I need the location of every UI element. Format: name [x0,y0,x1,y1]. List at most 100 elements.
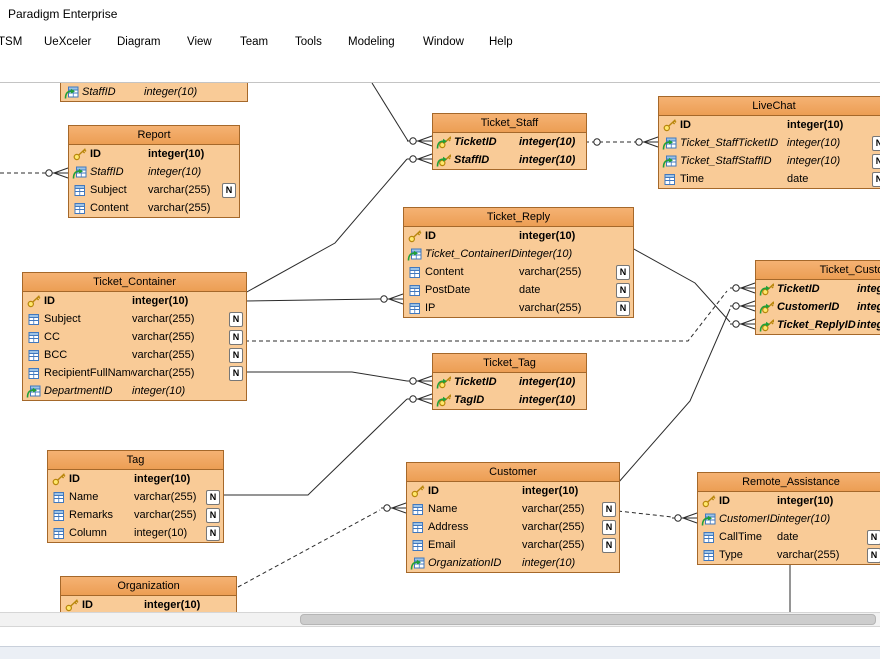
column-row[interactable]: Ticket_StaffStaffID integer(10) N [659,152,880,170]
column-row[interactable]: StaffID integer(10) [433,151,586,169]
entity-title[interactable]: Tag [48,451,223,470]
column-row[interactable]: Ticket_StaffTicketID integer(10) N [659,134,880,152]
connector-tag-tickettag[interactable] [222,394,432,495]
column-row[interactable]: Remarks varchar(255) N [48,506,223,524]
connector-organization-customer[interactable] [238,503,406,587]
entity-ticket-staff[interactable]: Ticket_Staff TicketID integer(10) StaffI… [432,113,587,170]
column-row[interactable]: Email varchar(255) N [407,536,619,554]
column-row[interactable]: Type varchar(255) N [698,546,880,564]
key-icon [410,484,425,498]
column-row[interactable]: Content varchar(255) N [404,263,633,281]
connector-staff-report[interactable] [0,168,68,178]
column-name: Name [69,491,134,503]
menu-item-diagram[interactable]: Diagram [117,36,160,48]
entity-staff-partial[interactable]: StaffID integer(10) [60,83,248,102]
column-row[interactable]: TicketID integer(10) [756,280,880,298]
menu-item-help[interactable]: Help [489,36,513,48]
menu-item-window[interactable]: Window [423,36,464,48]
entity-title[interactable]: LiveChat [659,97,880,116]
entity-title[interactable]: Customer [407,463,619,482]
connector-ticketcontainer-ticketreply[interactable] [245,294,403,304]
column-row[interactable]: ID integer(10) [407,482,619,500]
column-row[interactable]: DepartmentID integer(10) [23,382,246,400]
entity-title[interactable]: Ticket_Reply [404,208,633,227]
entity-ticket-tag[interactable]: Ticket_Tag TicketID integer(10) TagID in… [432,353,587,410]
menu-item-tools[interactable]: Tools [295,36,322,48]
column-row[interactable]: StaffID integer(10) [69,163,239,181]
connector-customer-remoteassistance[interactable] [618,511,697,523]
column-row[interactable]: Name varchar(255) N [407,500,619,518]
menu-item-uexceler[interactable]: UeXceler [44,36,91,48]
column-row[interactable]: ID integer(10) [61,596,236,613]
entity-report[interactable]: Report ID integer(10) StaffID integer(10… [68,125,240,218]
column-name: Ticket_ContainerID [425,248,519,260]
column-row[interactable]: Name varchar(255) N [48,488,223,506]
column-row[interactable]: IP varchar(255) N [404,299,633,317]
column-row[interactable]: Ticket_ReplyID integer(10) [756,316,880,334]
horizontal-scrollbar-thumb[interactable] [300,614,876,625]
column-row[interactable]: CC varchar(255) N [23,328,246,346]
column-name: Type [719,549,777,561]
column-row[interactable]: ID integer(10) [23,292,246,310]
entity-title[interactable]: Ticket_Container [23,273,246,292]
column-type: varchar(255) [522,503,602,515]
column-row[interactable]: OrganizationID integer(10) [407,554,619,572]
column-row[interactable]: CallTime date N [698,528,880,546]
entity-title[interactable]: Organization [61,577,236,596]
column-row[interactable]: CustomerID integer(10) [756,298,880,316]
column-row[interactable]: RecipientFullName varchar(255) N [23,364,246,382]
nullable-badge: N [206,508,220,523]
column-name: TicketID [454,136,519,148]
key-icon [72,147,87,161]
connector-ticketstaff-livechat[interactable] [585,137,658,147]
entity-ticket-container[interactable]: Ticket_Container ID integer(10) Subject … [22,272,247,401]
application-window: { "window": { "title": "Paradigm Enterpr… [0,0,880,658]
connector-staff-ticketstaff[interactable] [372,83,432,146]
column-name: ID [425,230,519,242]
column-type: varchar(255) [132,367,229,379]
column-row[interactable]: ID integer(10) [698,492,880,510]
column-row[interactable]: ID integer(10) [659,116,880,134]
column-name: ID [44,295,132,307]
menu-item-team[interactable]: Team [240,36,268,48]
column-row[interactable]: Subject varchar(255) N [69,181,239,199]
column-row[interactable]: BCC varchar(255) N [23,346,246,364]
column-row[interactable]: CustomerID integer(10) [698,510,880,528]
column-icon [407,301,422,315]
entity-title[interactable]: Remote_Assistance [698,473,880,492]
menu-item-tsm[interactable]: TSM [0,36,22,48]
entity-title[interactable]: Report [69,126,239,145]
entity-ticket-customer[interactable]: Ticket_Customer TicketID integer(10) Cus… [755,260,880,335]
key-icon [662,118,677,132]
column-row[interactable]: TagID integer(10) [433,391,586,409]
column-type: integer(10) [522,557,619,569]
entity-remote-assistance[interactable]: Remote_Assistance ID integer(10) Custome… [697,472,880,565]
column-row[interactable]: Content varchar(255) [69,199,239,217]
column-row[interactable]: ID integer(10) [48,470,223,488]
entity-ticket-reply[interactable]: Ticket_Reply ID integer(10) Ticket_Conta… [403,207,634,318]
connector-customer-ticketcustomer[interactable] [618,301,755,483]
column-row[interactable]: StaffID integer(10) [61,83,247,101]
diagram-canvas[interactable]: StaffID integer(10) Report ID integer(10… [0,82,880,613]
entity-customer[interactable]: Customer ID integer(10) Name varchar(255… [406,462,620,573]
column-row[interactable]: PostDate date N [404,281,633,299]
column-row[interactable]: ID integer(10) [69,145,239,163]
column-row[interactable]: Column integer(10) N [48,524,223,542]
menu-item-view[interactable]: View [187,36,212,48]
entity-organization[interactable]: Organization ID integer(10) [60,576,237,613]
column-row[interactable]: Ticket_ContainerID integer(10) [404,245,633,263]
entity-livechat[interactable]: LiveChat ID integer(10) Ticket_StaffTick… [658,96,880,189]
entity-title[interactable]: Ticket_Customer [756,261,880,280]
column-row[interactable]: Time date N [659,170,880,188]
column-row[interactable]: TicketID integer(10) [433,373,586,391]
entity-title[interactable]: Ticket_Staff [433,114,586,133]
column-row[interactable]: Address varchar(255) N [407,518,619,536]
entity-title[interactable]: Ticket_Tag [433,354,586,373]
horizontal-scrollbar[interactable] [0,612,880,627]
entity-tag[interactable]: Tag ID integer(10) Name varchar(255) N R… [47,450,224,543]
menu-item-modeling[interactable]: Modeling [348,36,395,48]
column-row[interactable]: ID integer(10) [404,227,633,245]
column-row[interactable]: Subject varchar(255) N [23,310,246,328]
column-row[interactable]: TicketID integer(10) [433,133,586,151]
connector-ticketcontainer-tickettag[interactable] [245,372,432,386]
